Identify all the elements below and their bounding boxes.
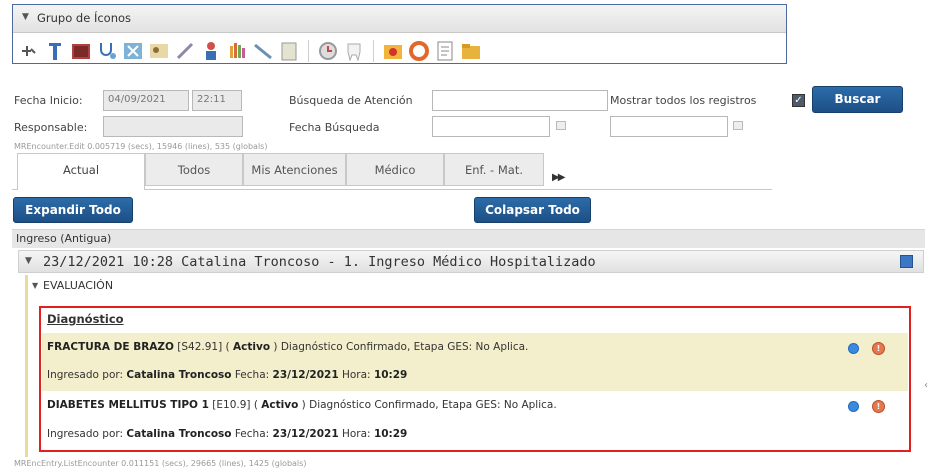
fecha-inicio-field[interactable]: 04/09/2021 — [103, 90, 189, 111]
delete-icon[interactable]: ! — [872, 400, 885, 413]
calendar-icon[interactable] — [556, 121, 566, 130]
id-card-icon[interactable] — [148, 40, 170, 62]
side-scroll-icon[interactable]: ‹ — [924, 380, 928, 391]
info-icon[interactable] — [848, 343, 859, 354]
fecha-inicio-label: Fecha Inicio: — [14, 94, 83, 107]
syringe-icon[interactable] — [174, 40, 196, 62]
stethoscope-icon[interactable] — [96, 40, 118, 62]
diagnosis-code: [E10.9] — [212, 399, 251, 411]
toolbar-separator — [308, 40, 309, 62]
tooth-icon[interactable] — [343, 40, 365, 62]
chevron-down-icon[interactable]: ▼ — [32, 281, 38, 290]
section-title: Ingreso (Antigua) — [16, 232, 112, 245]
document-icon[interactable] — [278, 40, 300, 62]
folder-icon[interactable] — [460, 40, 482, 62]
diagnosis-entry-info: Ingresado por: Catalina Troncoso Fecha: … — [47, 428, 407, 440]
debug-meta-top: MREncounter.Edit 0.005719 (secs), 15946 … — [14, 142, 268, 151]
clock-icon[interactable] — [317, 40, 339, 62]
tab-todos[interactable]: Todos — [145, 153, 243, 186]
responsable-label: Responsable: — [14, 121, 88, 134]
person-icon[interactable] — [200, 40, 222, 62]
diagnosis-code: [S42.91] — [177, 341, 223, 353]
tab-actual[interactable]: Actual — [17, 153, 145, 190]
calendar-icon[interactable] — [733, 121, 743, 130]
section-bar: Ingreso (Antigua) — [12, 229, 925, 248]
diagnosis-status: Activo — [233, 341, 271, 353]
chevron-down-icon: ▼ — [25, 256, 32, 266]
busqueda-atencion-input[interactable] — [432, 90, 608, 111]
ingresado-por-label: Ingresado por: — [47, 369, 124, 381]
diagnosis-date: 23/12/2021 — [272, 428, 339, 440]
mostrar-todos-label: Mostrar todos los registros — [610, 94, 757, 107]
evaluation-title: EVALUACIÓN — [43, 279, 114, 292]
buscar-button[interactable]: Buscar — [812, 86, 903, 113]
xray-icon[interactable] — [122, 40, 144, 62]
toolbar-separator — [373, 40, 374, 62]
save-icon[interactable] — [900, 255, 913, 268]
folder-red-icon[interactable] — [382, 40, 404, 62]
tab-scroll-right-icon[interactable]: ▶▶ — [552, 172, 565, 183]
responsable-field[interactable] — [103, 116, 243, 137]
diagnosis-time: 10:29 — [373, 428, 408, 440]
fecha-busqueda-hasta-input[interactable] — [610, 116, 728, 137]
diagnosis-detail: Diagnóstico Confirmado, Etapa GES: No Ap… — [280, 341, 529, 353]
form-icon[interactable] — [434, 40, 456, 62]
diagnosis-time: 10:29 — [373, 369, 408, 381]
busqueda-atencion-label: Búsqueda de Atención — [289, 94, 413, 107]
diagnosis-summary: DIABETES MELLITUS TIPO 1 [E10.9] ( Activ… — [47, 399, 557, 411]
evaluation-indent-line — [25, 275, 28, 457]
pin-icon[interactable] — [18, 40, 40, 62]
colapsar-todo-button[interactable]: Colapsar Todo — [474, 197, 591, 223]
lifebuoy-icon[interactable] — [408, 40, 430, 62]
tab-mis-atenciones[interactable]: Mis Atenciones — [243, 153, 346, 186]
tab-enf-mat[interactable]: Enf. - Mat. — [444, 153, 544, 186]
hora-label: Hora: — [341, 428, 371, 440]
diagnosis-date: 23/12/2021 — [272, 369, 339, 381]
fecha-busqueda-label: Fecha Búsqueda — [289, 121, 380, 134]
icon-group-title: Grupo de Íconos — [37, 11, 132, 25]
diagnosis-item: DIABETES MELLITUS TIPO 1 [E10.9] ( Activ… — [42, 391, 908, 449]
hora-inicio-field[interactable]: 22:11 — [192, 90, 242, 111]
diagnosis-title: Diagnóstico — [47, 312, 124, 326]
diagnosis-entry-info: Ingresado por: Catalina Troncoso Fecha: … — [47, 369, 407, 381]
debug-meta-bottom: MREncEntry.ListEncounter 0.011151 (secs)… — [14, 459, 307, 468]
diagnosis-author: Catalina Troncoso — [126, 369, 232, 381]
diagnosis-author: Catalina Troncoso — [126, 428, 232, 440]
tab-medico[interactable]: Médico — [346, 153, 444, 186]
info-icon[interactable] — [848, 401, 859, 412]
diagnosis-detail: Diagnóstico Confirmado, Etapa GES: No Ap… — [309, 399, 557, 411]
fecha-label: Fecha: — [234, 428, 270, 440]
diagnosis-status: Activo — [261, 399, 299, 411]
fecha-busqueda-desde-input[interactable] — [432, 116, 550, 137]
book-icon[interactable] — [70, 40, 92, 62]
diagnosis-summary: FRACTURA DE BRAZO [S42.91] ( Activo ) Di… — [47, 341, 529, 353]
diagnosis-item: FRACTURA DE BRAZO [S42.91] ( Activo ) Di… — [42, 333, 908, 391]
delete-icon[interactable]: ! — [872, 342, 885, 355]
encounter-header[interactable]: ▼ 23/12/2021 10:28 Catalina Troncoso - 1… — [18, 250, 924, 273]
diagnosis-name: DIABETES MELLITUS TIPO 1 — [47, 399, 209, 411]
ingresado-por-label: Ingresado por: — [47, 428, 124, 440]
icon-group-header[interactable]: ▼ Grupo de Íconos — [13, 5, 786, 33]
scalpel-icon[interactable] — [252, 40, 274, 62]
chevron-down-icon: ▼ — [22, 12, 29, 22]
test-tube-icon[interactable] — [44, 40, 66, 62]
expandir-todo-button[interactable]: Expandir Todo — [13, 197, 133, 223]
hand-icon[interactable] — [226, 40, 248, 62]
mostrar-todos-checkbox[interactable]: ✓ — [792, 94, 805, 107]
toolbar-icons — [18, 38, 482, 64]
fecha-label: Fecha: — [234, 369, 270, 381]
diagnosis-name: FRACTURA DE BRAZO — [47, 341, 174, 353]
encounter-title: 23/12/2021 10:28 Catalina Troncoso - 1. … — [43, 254, 596, 270]
hora-label: Hora: — [341, 369, 371, 381]
